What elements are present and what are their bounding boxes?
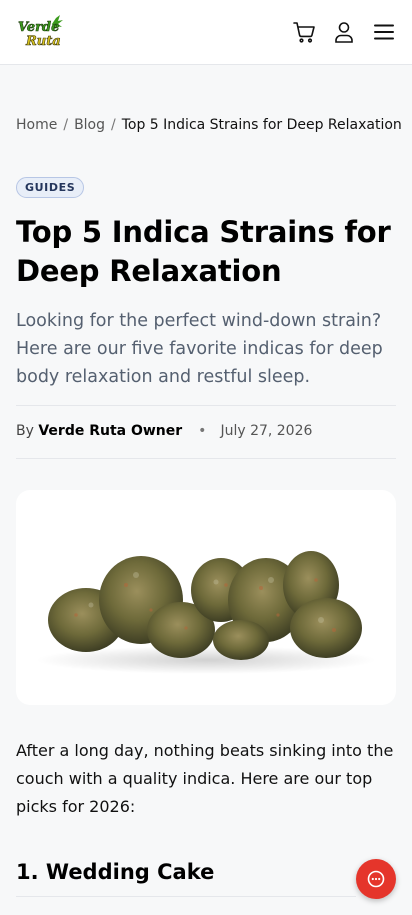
heading-divider: [16, 896, 356, 897]
breadcrumb: Home / Blog / Top 5 Indica Strains for Deep …: [16, 117, 406, 133]
breadcrumb-separator: /: [63, 117, 69, 133]
cart-icon[interactable]: [292, 20, 316, 44]
hero-image: [16, 490, 396, 705]
verde-ruta-logo[interactable]: Verde Ruta: [16, 15, 64, 49]
meta-bottom-divider: [16, 458, 396, 459]
author-name: Verde Ruta Owner: [38, 423, 183, 439]
article-meta: By Verde Ruta Owner • July 27, 2026: [16, 423, 396, 439]
article-title: Top 5 Indica Strains for Deep Relaxation: [16, 215, 391, 288]
meta-dot: •: [198, 423, 207, 439]
breadcrumb-blog-link[interactable]: Blog: [74, 117, 105, 133]
chat-button[interactable]: [356, 859, 396, 899]
publish-date: July 27, 2026: [220, 423, 313, 439]
article-intro: After a long day, nothing beats sinking …: [16, 741, 394, 816]
svg-text:Ruta: Ruta: [25, 34, 61, 49]
chat-icon: [367, 870, 385, 888]
svg-text:Verde: Verde: [18, 20, 59, 35]
section-heading: 1. Wedding Cake: [16, 860, 215, 884]
menu-icon[interactable]: [372, 20, 396, 44]
site-header: Verde Ruta: [0, 0, 412, 65]
breadcrumb-home-link[interactable]: Home: [16, 117, 57, 133]
account-icon[interactable]: [332, 20, 356, 44]
article-excerpt: Looking for the perfect wind-down strain…: [16, 311, 383, 387]
meta-top-divider: [16, 405, 396, 406]
breadcrumb-current: Top 5 Indica Strains for Deep Relaxation: [121, 117, 402, 133]
breadcrumb-separator: /: [111, 117, 116, 133]
by-label: By: [16, 423, 34, 439]
category-badge[interactable]: GUIDES: [16, 177, 85, 198]
